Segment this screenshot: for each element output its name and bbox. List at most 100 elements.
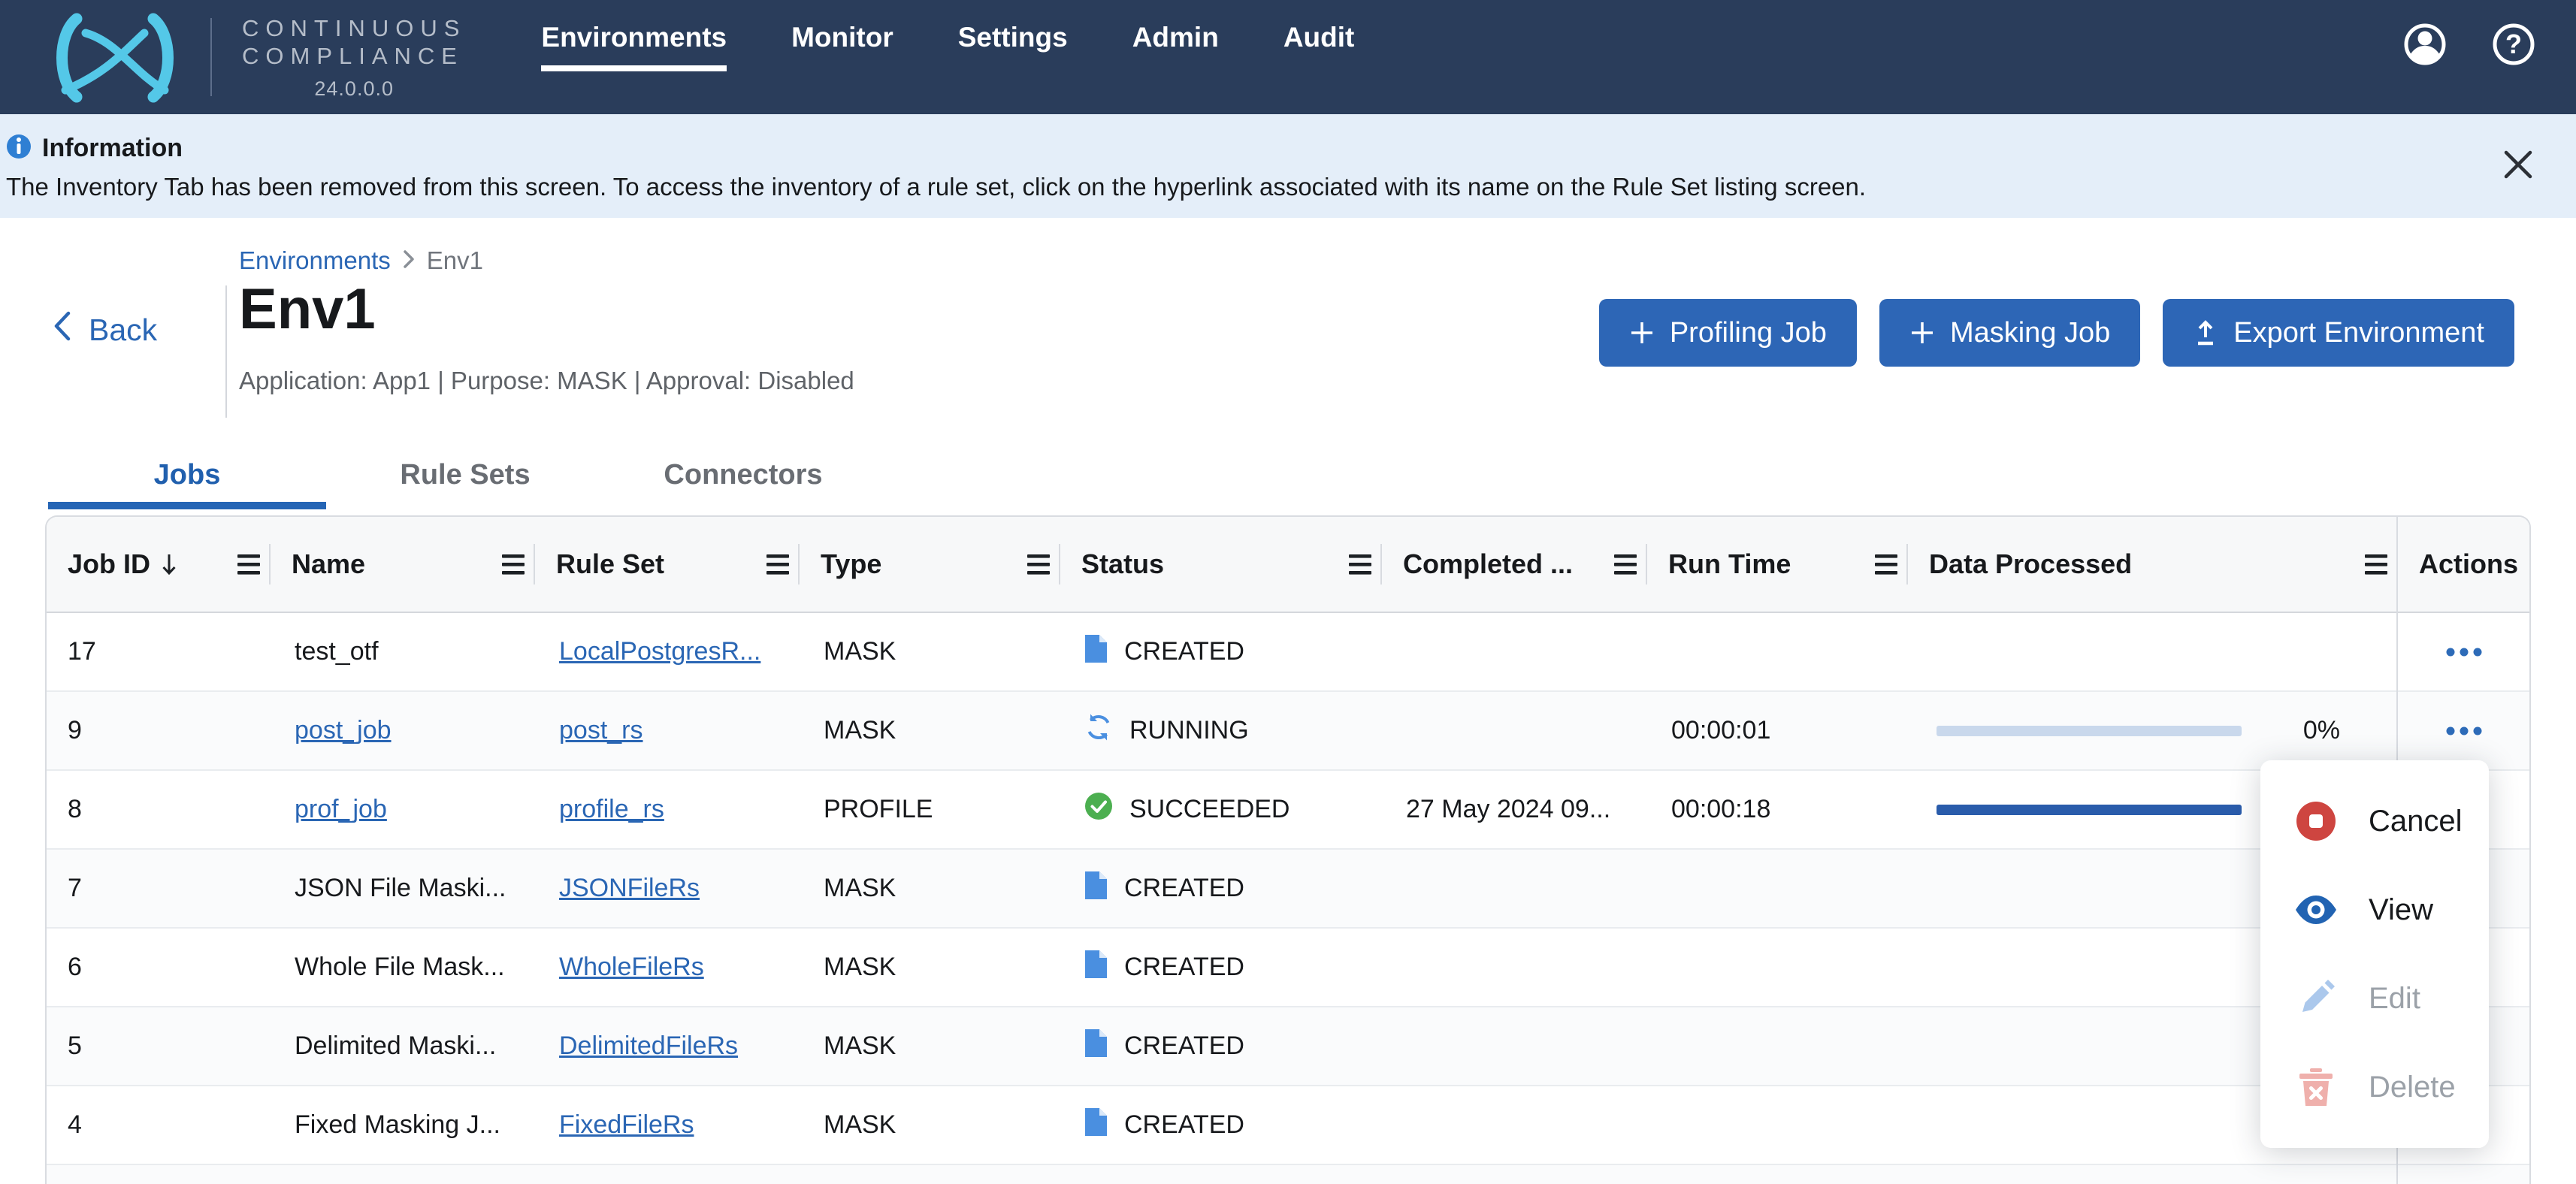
cell-name: JSON File Maski...	[271, 850, 535, 927]
cell-completed	[1382, 929, 1647, 1006]
masking-job-button[interactable]: Masking Job	[1879, 299, 2140, 367]
brand-text: CONTINUOUS COMPLIANCE 24.0.0.0	[242, 14, 466, 101]
cell-rule-set: LocalPostgresR...	[535, 613, 800, 690]
menu-item-label: Cancel	[2369, 805, 2463, 838]
cell-name: Fixed Masking J...	[271, 1086, 535, 1164]
rule-set-link[interactable]: WholeFileRs	[559, 953, 704, 982]
menu-item-cancel[interactable]: Cancel	[2260, 777, 2489, 865]
column-header-rule-set[interactable]: Rule Set	[535, 517, 800, 612]
tab-jobs[interactable]: Jobs	[48, 440, 326, 509]
brand-line2: COMPLIANCE	[242, 42, 466, 70]
column-header-data-processed[interactable]: Data Processed	[1908, 517, 2398, 612]
column-header-type[interactable]: Type	[800, 517, 1060, 612]
status-created-icon	[1084, 1107, 1108, 1143]
column-label: Data Processed	[1929, 548, 2132, 580]
column-label: Completed ...	[1403, 548, 1573, 580]
close-icon[interactable]	[2501, 147, 2535, 184]
page-title: Env1	[239, 276, 376, 342]
status-created-icon	[1084, 871, 1108, 907]
cell-data-processed: 0%	[1908, 692, 2398, 769]
rule-set-link[interactable]: FixedFileRs	[559, 1110, 694, 1140]
back-label: Back	[89, 313, 157, 348]
next-row-sliver	[47, 1165, 2529, 1184]
status-label: CREATED	[1124, 874, 1244, 903]
rule-set-link[interactable]: profile_rs	[559, 795, 664, 824]
cell-status: CREATED	[1060, 1086, 1382, 1164]
column-header-status[interactable]: Status	[1060, 517, 1382, 612]
row-actions-menu-button[interactable]	[2446, 648, 2482, 657]
cell-status: CREATED	[1060, 1007, 1382, 1085]
nav-item-settings[interactable]: Settings	[958, 22, 1068, 71]
status-label: RUNNING	[1129, 716, 1249, 745]
back-button[interactable]: Back	[53, 311, 157, 349]
column-menu-icon[interactable]	[1875, 554, 1897, 575]
column-header-name[interactable]: Name	[271, 517, 535, 612]
status-created-icon	[1084, 950, 1108, 986]
cell-type: MASK	[800, 850, 1060, 927]
cell-completed	[1382, 692, 1647, 769]
rule-set-link[interactable]: LocalPostgresR...	[559, 637, 760, 666]
nav-item-monitor[interactable]: Monitor	[791, 22, 893, 71]
column-menu-icon[interactable]	[1614, 554, 1637, 575]
column-menu-icon[interactable]	[766, 554, 789, 575]
cell-run-time: 00:00:01	[1647, 692, 1908, 769]
cell-name: prof_job	[271, 771, 535, 848]
cell-run-time: 00:00:18	[1647, 771, 1908, 848]
svg-text:?: ?	[2505, 29, 2522, 59]
cell-job-id: 6	[47, 929, 271, 1006]
table-row: 6Whole File Mask...WholeFileRsMASKCREATE…	[47, 929, 2529, 1007]
tab-connectors[interactable]: Connectors	[604, 440, 882, 509]
rule-set-link[interactable]: JSONFileRs	[559, 874, 700, 903]
status-label: CREATED	[1124, 637, 1244, 666]
cell-rule-set: profile_rs	[535, 771, 800, 848]
cell-completed	[1382, 850, 1647, 927]
nav-item-admin[interactable]: Admin	[1132, 22, 1219, 71]
cell-name: Whole File Mask...	[271, 929, 535, 1006]
menu-item-view[interactable]: View	[2260, 865, 2489, 954]
column-header-actions[interactable]: Actions	[2398, 517, 2529, 612]
column-header-run-time[interactable]: Run Time	[1647, 517, 1908, 612]
cell-status: RUNNING	[1060, 692, 1382, 769]
cell-run-time	[1647, 613, 1908, 690]
breadcrumb-environments-link[interactable]: Environments	[239, 246, 391, 275]
help-icon[interactable]: ?	[2492, 23, 2535, 70]
page-actions: Profiling Job Masking Job Export Environme…	[1599, 299, 2514, 367]
rule-set-link[interactable]: post_rs	[559, 716, 643, 745]
cell-completed: 27 May 2024 09...	[1382, 771, 1647, 848]
export-environment-button[interactable]: Export Environment	[2163, 299, 2514, 367]
user-icon[interactable]	[2403, 23, 2447, 70]
column-menu-icon[interactable]	[1027, 554, 1050, 575]
info-banner: Information The Inventory Tab has been r…	[0, 114, 2576, 218]
cell-rule-set: post_rs	[535, 692, 800, 769]
cell-type: PROFILE	[800, 771, 1060, 848]
row-context-menu: CancelViewEditDelete	[2260, 760, 2489, 1148]
nav-item-audit[interactable]: Audit	[1283, 22, 1355, 71]
profiling-job-button[interactable]: Profiling Job	[1599, 299, 1857, 367]
sort-desc-icon[interactable]	[161, 553, 177, 575]
row-actions-menu-button[interactable]	[2446, 726, 2482, 735]
column-menu-icon[interactable]	[1349, 554, 1371, 575]
column-label: Status	[1081, 548, 1164, 580]
column-menu-icon[interactable]	[237, 554, 260, 575]
column-menu-icon[interactable]	[502, 554, 525, 575]
tab-rule-sets[interactable]: Rule Sets	[326, 440, 604, 509]
progress-bar	[1937, 726, 2242, 736]
column-menu-icon[interactable]	[2365, 554, 2387, 575]
menu-item-label: View	[2369, 893, 2433, 927]
nav-icons: ?	[2403, 23, 2535, 70]
breadcrumb: Environments Env1	[239, 246, 483, 275]
cell-rule-set: DelimitedFileRs	[535, 1007, 800, 1085]
cell-run-time	[1647, 1007, 1908, 1085]
column-header-completed[interactable]: Completed ...	[1382, 517, 1647, 612]
brand-version: 24.0.0.0	[242, 77, 466, 101]
cell-name: post_job	[271, 692, 535, 769]
cell-data-processed	[1908, 613, 2398, 690]
table-row: 7JSON File Maski...JSONFileRsMASKCREATED	[47, 850, 2529, 929]
column-header-job-id[interactable]: Job ID	[47, 517, 271, 612]
cell-type: MASK	[800, 1007, 1060, 1085]
job-name: Fixed Masking J...	[295, 1110, 500, 1140]
rule-set-link[interactable]: DelimitedFileRs	[559, 1031, 738, 1061]
job-name-link[interactable]: post_job	[295, 716, 392, 745]
job-name-link[interactable]: prof_job	[295, 795, 387, 824]
nav-item-environments[interactable]: Environments	[541, 22, 727, 71]
